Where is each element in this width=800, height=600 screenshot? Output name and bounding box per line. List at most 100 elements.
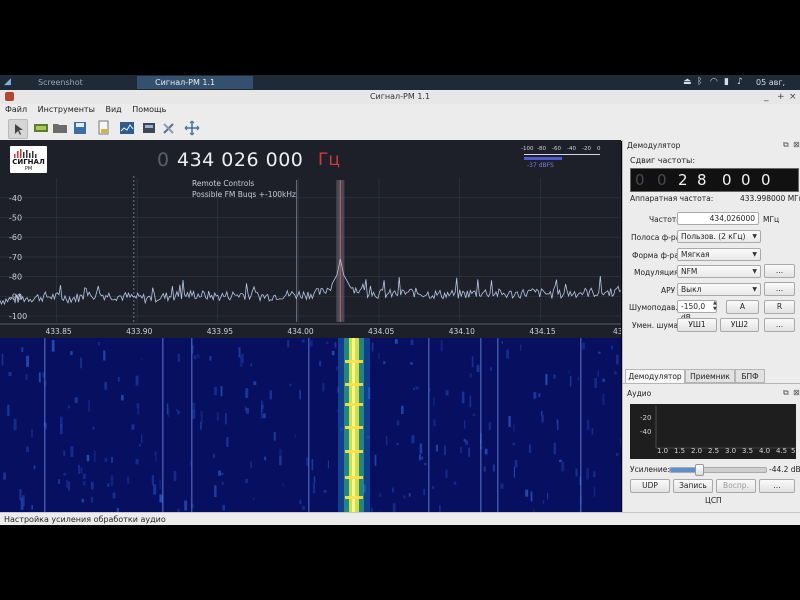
audio-spectrum[interactable]: -20 -40 1.0 1.5 2.0 2.5 3.0 3.5 4.0 4.5 … — [630, 404, 796, 459]
offset-digit[interactable]: 2 — [678, 171, 688, 189]
bandwidth-select[interactable]: Пользов. (2 кГц) ▼ — [677, 230, 761, 243]
waterfall-noise — [410, 362, 413, 365]
waterfall-noise — [514, 460, 518, 468]
waterfall-noise — [385, 435, 388, 446]
agc-select[interactable]: Выкл ▼ — [677, 283, 761, 296]
agc-options-button[interactable]: ... — [764, 282, 795, 296]
frequency-leading-zero[interactable]: 0 — [157, 149, 169, 171]
tab-fft[interactable]: БПФ — [735, 369, 765, 383]
offset-digit[interactable]: 0 — [741, 171, 751, 189]
waterfall-display[interactable] — [0, 338, 621, 512]
spectrum-plot[interactable]: -40 -50 -60 -70 -80 -90 -100 433.85 433.90 433.95… — [0, 140, 621, 338]
waterfall-noise — [154, 451, 157, 455]
wifi-icon[interactable]: ◠ — [710, 76, 718, 89]
waterfall-noise — [310, 340, 313, 347]
tab-demodulator[interactable]: Демодулятор — [625, 369, 685, 383]
waterfall-svg[interactable] — [0, 338, 621, 512]
gain-slider-thumb[interactable] — [694, 464, 704, 476]
bluetooth-icon[interactable]: ᛒ — [697, 76, 702, 89]
move-icon[interactable] — [184, 120, 200, 136]
frequency-input[interactable]: 434,026000 — [677, 212, 759, 225]
waterfall-noise — [194, 355, 196, 360]
modulation-select[interactable]: NFM ▼ — [677, 265, 761, 278]
panel-float-icon[interactable]: ⧉ — [783, 140, 789, 150]
minimize-button[interactable]: _ — [764, 90, 769, 104]
clock[interactable]: 05 авг, 12:55 — [756, 76, 800, 100]
volume-icon[interactable]: ♪ — [737, 76, 743, 89]
frequency-display[interactable]: 434 026 000 — [177, 149, 303, 171]
waterfall-noise — [216, 412, 219, 421]
play-button[interactable]: Воспр. — [716, 479, 756, 493]
close-button[interactable]: × — [789, 90, 797, 104]
waterfall-noise — [538, 393, 541, 398]
audio-float-icon[interactable]: ⧉ — [783, 388, 789, 398]
nr1-button[interactable]: УШ1 — [677, 318, 717, 332]
waterfall-burst — [345, 450, 363, 453]
modulation-options-button[interactable]: ... — [764, 264, 795, 278]
waterfall-noise — [177, 410, 180, 415]
gain-slider-track[interactable] — [669, 467, 767, 473]
level-meter-tick: -80 — [537, 146, 546, 152]
menu-view[interactable]: Вид — [105, 105, 121, 114]
waterfall-noise — [90, 496, 94, 503]
offset-display[interactable]: 0 0 2 8 0 0 0 — [630, 168, 799, 192]
level-meter-tick: 0 — [597, 146, 601, 152]
sdr-device-icon[interactable] — [33, 120, 49, 136]
squelch-input[interactable]: -150,0 dB — [677, 300, 717, 322]
save-icon[interactable] — [72, 120, 88, 136]
maximize-button[interactable]: + — [777, 90, 785, 104]
filter-shape-select[interactable]: Мягкая ▼ — [677, 248, 761, 261]
menu-help[interactable]: Помощь — [132, 105, 166, 114]
offset-digit[interactable]: 0 — [722, 171, 732, 189]
offset-digit[interactable]: 0 — [761, 171, 771, 189]
waterfall-noise — [82, 473, 86, 479]
menu-tools[interactable]: Инструменты — [38, 105, 95, 114]
y-tick-label: -80 — [9, 273, 22, 282]
offset-digit[interactable]: 0 — [635, 171, 645, 189]
task-signal-app[interactable]: Сигнал-РМ 1.1 — [137, 76, 253, 89]
logo-text: СИГНАЛ — [12, 158, 45, 166]
panel-close-icon[interactable]: ⊠ — [793, 140, 800, 149]
waterfall-noise — [379, 493, 382, 497]
waterfall-noise — [431, 486, 435, 489]
squelch-reset-button[interactable]: R — [764, 300, 795, 314]
spectrum-icon[interactable] — [119, 120, 135, 136]
nr-options-button[interactable]: ... — [764, 318, 795, 332]
waterfall-burst — [345, 496, 363, 499]
level-meter-tick: -60 — [552, 146, 561, 152]
udp-button[interactable]: UDP — [630, 479, 670, 493]
waterfall-noise — [177, 353, 180, 362]
start-menu-icon[interactable]: ◢ — [4, 77, 11, 87]
waterfall-noise — [93, 450, 96, 463]
record-icon[interactable] — [141, 120, 157, 136]
nr2-button[interactable]: УШ2 — [720, 318, 759, 332]
waterfall-noise — [301, 339, 305, 343]
waterfall-noise — [302, 506, 305, 510]
waterfall-noise — [541, 411, 543, 416]
document-icon[interactable] — [96, 120, 112, 136]
waterfall-noise — [392, 503, 396, 512]
folder-icon[interactable] — [52, 120, 68, 136]
pointer-icon[interactable] — [8, 119, 28, 139]
waterfall-noise — [250, 461, 252, 469]
audio-close-icon[interactable]: ⊠ — [793, 388, 800, 397]
audio-options-button[interactable]: ... — [759, 479, 795, 493]
waterfall-noise — [209, 355, 212, 361]
waterfall-noise — [593, 471, 596, 477]
tools-icon[interactable] — [161, 120, 177, 136]
menu-file[interactable]: Файл — [5, 105, 27, 114]
battery-icon[interactable]: ▮ — [724, 76, 729, 89]
offset-digit[interactable]: 0 — [657, 171, 667, 189]
tab-receiver[interactable]: Приемник — [685, 369, 735, 383]
record-button[interactable]: Запись — [673, 479, 713, 493]
task-screenshot[interactable]: Screenshot — [20, 76, 132, 89]
waterfall-noise — [440, 340, 443, 352]
waterfall-noise — [547, 492, 549, 500]
waterfall-noise — [513, 466, 515, 478]
squelch-auto-button[interactable]: A — [726, 300, 759, 314]
eject-icon[interactable]: ⏏ — [683, 76, 692, 89]
offset-digit[interactable]: 8 — [697, 171, 707, 189]
audio-x-tick: 3.0 — [725, 447, 737, 455]
gain-value: -44.2 dB — [769, 465, 800, 474]
spin-down-icon[interactable]: ▼ — [713, 306, 717, 312]
